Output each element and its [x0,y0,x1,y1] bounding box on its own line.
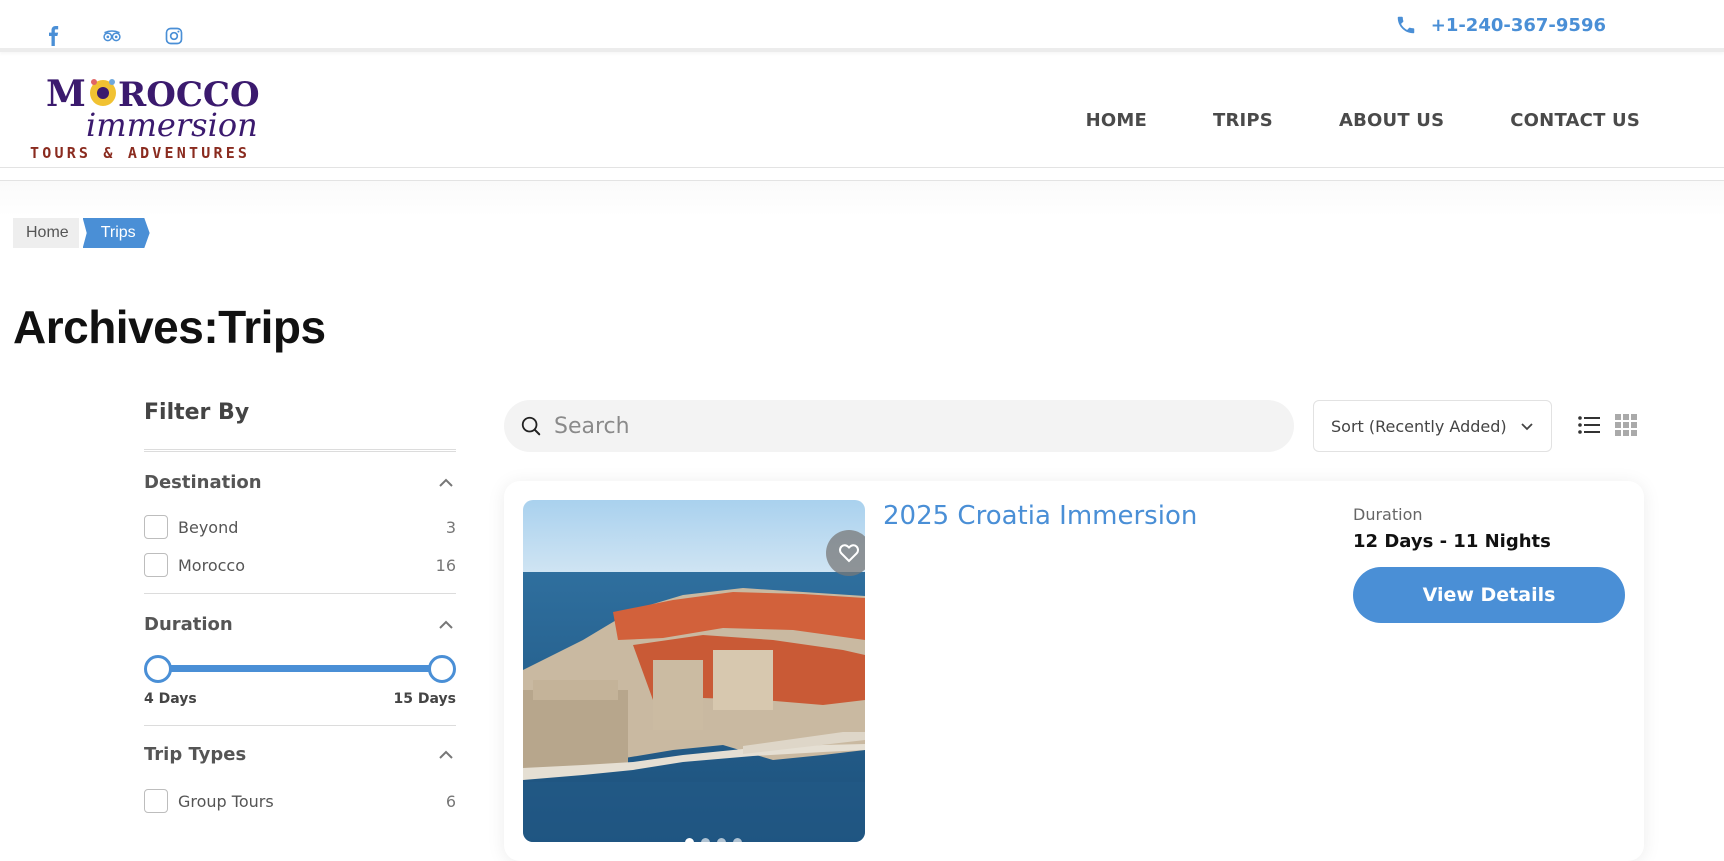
trip-card: 2025 Croatia Immersion Duration 12 Days … [504,481,1644,861]
duration-label: Duration [1353,505,1423,524]
option-label: Group Tours [178,791,274,811]
checkbox[interactable] [144,553,168,577]
nav-trips[interactable]: TRIPS [1213,110,1273,131]
destination-option-morocco[interactable]: Morocco 16 [144,553,456,577]
carousel-dots [685,838,742,842]
chevron-up-icon[interactable] [436,473,456,493]
checkbox[interactable] [144,789,168,813]
breadcrumb: Home Trips [13,218,150,248]
trip-image [523,500,865,842]
option-count: 6 [445,791,456,811]
svg-text:immersion: immersion [86,106,258,144]
trip-title-link[interactable]: 2025 Croatia Immersion [883,501,1197,531]
duration-max-label: 15 Days [393,691,456,707]
search-icon [521,416,541,436]
trip-type-option-group-tours[interactable]: Group Tours 6 [144,789,456,813]
breadcrumb-home[interactable]: Home [13,218,79,248]
sort-dropdown[interactable]: Sort (Recently Added) [1313,400,1552,452]
option-count: 3 [445,517,456,537]
trip-types-section-header[interactable]: Trip Types [144,744,456,765]
site-logo[interactable]: M ROCCO immersion TOURS & ADVENTURES [28,70,268,165]
carousel-dot[interactable] [717,838,726,842]
destination-title: Destination [144,472,262,493]
phone-contact[interactable]: +1-240-367-9596 [1395,14,1606,36]
option-label: Beyond [178,517,239,537]
list-view-icon[interactable] [1576,412,1602,438]
nav-contact-us[interactable]: CONTACT US [1510,110,1640,131]
trip-types-title: Trip Types [144,744,247,765]
chevron-up-icon[interactable] [436,615,456,635]
view-details-button[interactable]: View Details [1353,567,1625,623]
carousel-dot[interactable] [701,838,710,842]
duration-min-label: 4 Days [144,691,197,707]
instagram-icon[interactable] [162,24,186,48]
site-header: M ROCCO immersion TOURS & ADVENTURES HOM… [0,58,1724,168]
page-title: Archives:Trips [13,301,326,353]
chevron-down-icon [1521,423,1533,431]
facebook-icon[interactable] [42,24,66,48]
option-label: Morocco [178,555,245,575]
duration-value: 12 Days - 11 Nights [1353,531,1551,552]
chevron-up-icon[interactable] [436,745,456,765]
divider [144,725,456,726]
destination-option-beyond[interactable]: Beyond 3 [144,515,456,539]
destination-section-header[interactable]: Destination [144,472,456,493]
grid-view-icon[interactable] [1613,412,1639,438]
slider-min-handle[interactable] [144,655,172,683]
search-bar [504,400,1294,452]
filter-sidebar: Filter By Destination Beyond 3 Morocco 1… [144,400,456,813]
sort-selected: Sort (Recently Added) [1331,416,1507,436]
tripadvisor-icon[interactable] [100,24,124,48]
header-band [0,181,1724,217]
svg-text:TOURS & ADVENTURES: TOURS & ADVENTURES [30,144,250,162]
top-bar: +1-240-367-9596 [0,4,1724,52]
duration-section-header[interactable]: Duration [144,614,456,635]
nav-about-us[interactable]: ABOUT US [1339,110,1444,131]
slider-max-handle[interactable] [428,655,456,683]
carousel-dot[interactable] [733,838,742,842]
main-nav: HOME TRIPS ABOUT US CONTACT US [1086,110,1640,131]
duration-range-slider[interactable] [144,653,456,683]
phone-icon [1397,16,1414,34]
option-count: 16 [435,555,456,575]
phone-number[interactable]: +1-240-367-9596 [1431,15,1606,36]
duration-title: Duration [144,614,233,635]
divider [144,593,456,594]
svg-text:M: M [46,73,87,115]
breadcrumb-current: Trips [82,218,150,248]
nav-home[interactable]: HOME [1086,110,1147,131]
heart-icon [839,544,859,563]
slider-track [156,665,444,672]
trip-image-carousel[interactable] [523,500,865,842]
favorite-button[interactable] [826,530,865,576]
search-input[interactable] [554,413,1254,439]
checkbox[interactable] [144,515,168,539]
filter-title: Filter By [144,400,456,452]
duration-labels: 4 Days 15 Days [144,691,456,707]
carousel-dot[interactable] [685,838,694,842]
